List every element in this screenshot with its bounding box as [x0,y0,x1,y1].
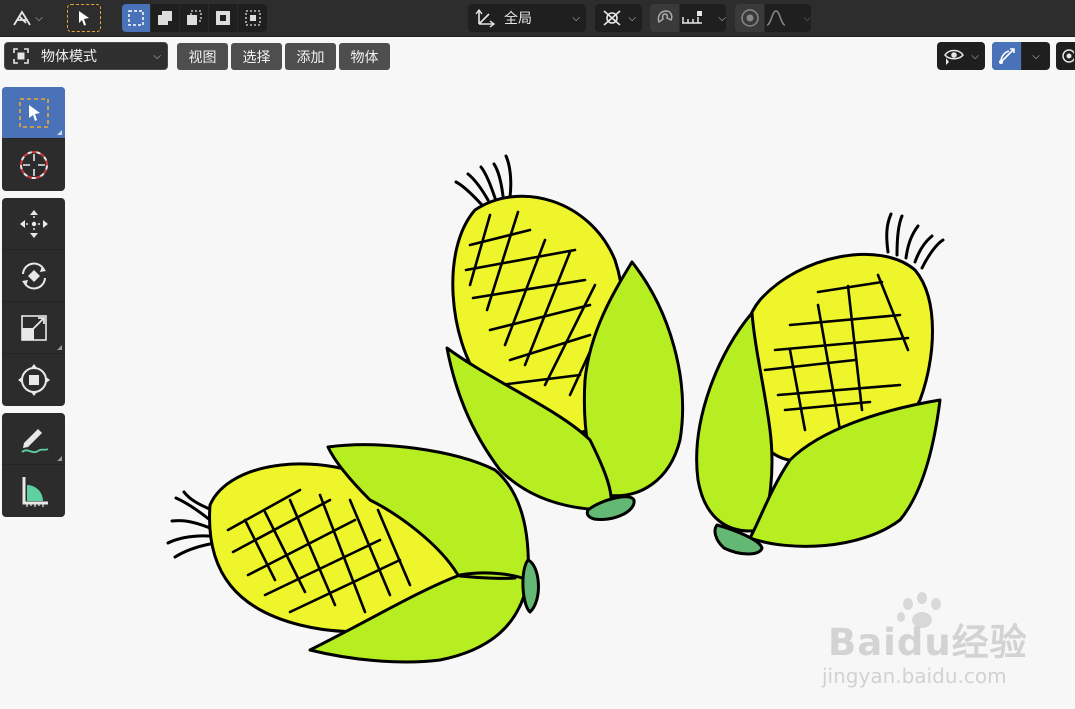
box-extend-icon [158,11,172,25]
orientation-axes-icon [475,8,496,28]
chevron-down-icon: ⌵ [628,12,636,24]
gizmo-group: ⌵ [992,42,1050,70]
tool-scale[interactable] [2,302,65,354]
falloff-curve-icon [766,10,786,26]
move-icon [19,209,48,238]
viewport-canvas[interactable] [0,0,1075,709]
cursor-icon [19,151,48,179]
snap-target-dropdown[interactable]: ⌵ [680,4,726,32]
eye-cursor-icon [944,49,964,65]
rotate-icon [21,262,46,289]
editor-type-icon [13,10,31,26]
snap-toggle-button[interactable] [650,4,680,32]
annotate-icon [20,428,48,453]
menu-add[interactable]: 添加 [285,43,336,70]
select-box-icon [18,97,49,128]
magnet-icon [657,10,673,24]
watermark-brand: Baidu经验 [828,621,1028,664]
mode-extend-button[interactable] [151,4,180,32]
snap-increment-icon [682,11,702,24]
chevron-down-icon: ⌵ [803,12,811,24]
mode-intersect-button[interactable] [238,4,267,32]
mode-invert-button[interactable] [209,4,238,32]
chevron-down-icon: ⌵ [153,50,161,62]
tool-variants-indicator [57,456,62,461]
select-tool-button[interactable] [67,4,101,32]
header-bar: ⌵ 全局 ⌵ ⌵ ⌵ ⌵ [0,0,1075,37]
tool-rotate[interactable] [2,250,65,302]
falloff-dropdown[interactable]: ⌵ [765,4,811,32]
proportional-edit-toggle[interactable] [735,4,765,32]
menu-object[interactable]: 物体 [339,43,390,70]
transform-icon [17,364,50,396]
chevron-down-icon: ⌵ [35,12,43,24]
corn-illustration-center [445,154,684,522]
scale-icon [20,314,47,341]
editor-type-button[interactable]: ⌵ [4,4,50,32]
box-subtract-icon [187,10,202,25]
overlay-icon [1061,49,1074,63]
toolbar-group-annotate [2,413,65,517]
object-mode-icon [13,48,29,64]
box-intersect-icon [244,10,261,26]
chevron-down-icon: ⌵ [572,12,580,24]
gizmo-toggle-button[interactable] [992,42,1022,70]
interaction-mode-dropdown[interactable]: 物体模式 ⌵ [4,42,168,70]
box-invert-icon [216,11,230,25]
tool-select-box[interactable] [2,87,65,139]
corn-illustration-right [695,212,945,556]
menu-view[interactable]: 视图 [177,43,228,70]
chevron-down-icon: ⌵ [718,12,726,24]
pivot-point-icon [603,10,621,26]
tool-variants-indicator [57,130,62,135]
visibility-dropdown[interactable]: ⌵ [937,42,985,70]
menu-select[interactable]: 选择 [231,43,282,70]
toolbar-group-select [2,87,65,191]
mode-value: 物体模式 [41,49,97,65]
gizmo-icon [998,48,1015,64]
transform-orientation-dropdown[interactable]: 全局 ⌵ [468,4,586,32]
orientation-value: 全局 [504,11,532,27]
tool-transform[interactable] [2,354,65,406]
corn-illustration-left [166,443,540,664]
pivot-point-dropdown[interactable]: ⌵ [595,4,642,32]
measure-icon [22,477,48,507]
chevron-down-icon: ⌵ [971,50,979,62]
box-new-icon [128,10,144,26]
viewport-header: 物体模式 ⌵ 视图 选择 添加 物体 ⌵ ⌵ [0,40,1075,72]
tool-cursor[interactable] [2,139,65,191]
selection-mode-group [122,4,267,32]
cursor-arrow-icon [79,11,89,26]
mode-new-button[interactable] [122,4,151,32]
tool-variants-indicator [57,345,62,350]
chevron-down-icon: ⌵ [1032,50,1040,62]
proportional-editing-group: ⌵ [735,4,811,32]
overlay-button[interactable] [1056,42,1075,70]
proportional-circle-icon [740,9,759,27]
mode-subtract-button[interactable] [180,4,209,32]
watermark-url: jingyan.baidu.com [822,664,1007,688]
snapping-group: ⌵ [650,4,726,32]
tool-annotate[interactable] [2,413,65,465]
toolbar-group-transform [2,198,65,406]
gizmo-dropdown[interactable]: ⌵ [1022,42,1050,70]
tool-move[interactable] [2,198,65,250]
tool-measure[interactable] [2,465,65,517]
